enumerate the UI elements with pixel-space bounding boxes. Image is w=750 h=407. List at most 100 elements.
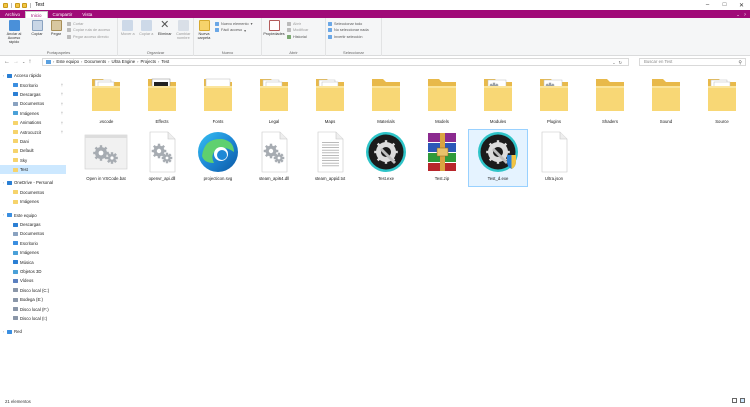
window-title: Test	[35, 2, 45, 8]
file-item[interactable]: Source	[693, 73, 750, 129]
help-icon[interactable]: ?	[744, 12, 746, 17]
sidebar-item[interactable]: Descargas †	[0, 90, 66, 99]
tab-compartir[interactable]: Compartir	[48, 11, 78, 18]
file-name: Materials	[377, 119, 395, 124]
file-item[interactable]: Sound	[637, 73, 695, 129]
copy-path-button[interactable]: Copiar ruta de acceso	[67, 28, 110, 33]
sidebar-item[interactable]: Descargas	[0, 220, 66, 229]
sidebar-item-label: Red	[14, 329, 22, 335]
minimize-button[interactable]: –	[699, 0, 716, 10]
forward-arrow-icon[interactable]: →	[13, 59, 19, 65]
sidebar-item[interactable]: Documentos	[0, 229, 66, 238]
cut-button[interactable]: Cortar	[67, 21, 110, 26]
download-icon	[13, 222, 18, 227]
delete-button[interactable]: ✕ Eliminar	[157, 20, 173, 48]
sidebar-item-label: Animations	[20, 120, 42, 126]
sidebar-item[interactable]: Disco local (I:)	[0, 314, 66, 323]
search-input[interactable]: Buscar en Test ⚲	[639, 57, 746, 66]
pin-quick-access-button[interactable]: Anclar al Acceso rápido	[2, 20, 26, 48]
back-arrow-icon[interactable]: ←	[4, 59, 10, 65]
new-folder-button[interactable]: Nueva carpeta	[196, 20, 212, 48]
copy-to-button[interactable]: Copiar a	[139, 20, 155, 48]
file-name: Modules	[489, 119, 507, 124]
sidebar-item[interactable]: › Este equipo	[0, 210, 66, 219]
file-item[interactable]: ▮ Effects	[133, 73, 191, 129]
file-item[interactable]: Ultra.json	[525, 130, 583, 186]
file-item[interactable]: steam_appid.txt	[301, 130, 359, 186]
file-item[interactable]: .vscode	[77, 73, 135, 129]
sidebar-item[interactable]: Test	[0, 164, 66, 175]
move-to-button[interactable]: Mover a	[120, 20, 136, 48]
chevron-down-icon[interactable]: ⌄	[22, 59, 25, 65]
tab-inicio[interactable]: Inicio	[25, 11, 48, 18]
paste-shortcut-button[interactable]: Pegar acceso directo	[67, 34, 110, 39]
easy-access-button[interactable]: Fácil acceso ▾	[215, 28, 253, 33]
file-item[interactable]: Shaders	[581, 73, 639, 129]
select-all-button[interactable]: Seleccionar todo	[328, 21, 369, 26]
tab-vista[interactable]: Vista	[77, 11, 97, 18]
new-folder-icon[interactable]	[22, 2, 27, 8]
sidebar-item[interactable]: Bodega (E:)	[0, 295, 66, 304]
invert-selection-button[interactable]: Invertir selección	[328, 34, 369, 39]
sidebar-item[interactable]: Default	[0, 146, 66, 155]
sidebar-item[interactable]: Vídeos	[0, 276, 66, 285]
file-item[interactable]: Plugins	[525, 73, 583, 129]
sidebar-item[interactable]: Sky	[0, 156, 66, 165]
address-bar[interactable]: › Este equipo › Documents › Ultra Engine…	[42, 57, 629, 66]
breadcrumb-este-equipo[interactable]: Este equipo	[56, 59, 79, 64]
sidebar-item[interactable]: Imágenes	[0, 197, 66, 206]
file-item[interactable]: Open in VSCode.bat	[77, 130, 135, 186]
sidebar-item[interactable]: Disco local (F:)	[0, 304, 66, 313]
sidebar-item[interactable]: Imágenes †	[0, 109, 66, 118]
close-button[interactable]: ✕	[733, 0, 750, 10]
breadcrumb-projects[interactable]: Projects	[140, 59, 156, 64]
sidebar-item[interactable]: Escritorio	[0, 239, 66, 248]
file-item[interactable]: Materials	[357, 73, 415, 129]
sidebar-item[interactable]: Astrocuzcit †	[0, 127, 66, 136]
sidebar-item[interactable]: Dani	[0, 137, 66, 146]
sidebar-item[interactable]: Objetos 3D	[0, 267, 66, 276]
sidebar-item[interactable]: › Acceso rápido	[0, 71, 66, 80]
sidebar-item[interactable]: Disco local (C:)	[0, 286, 66, 295]
properties-icon[interactable]	[15, 2, 20, 8]
sidebar-item[interactable]: Animations †	[0, 118, 66, 127]
open-button[interactable]: Abrir	[287, 21, 308, 26]
file-item[interactable]: Maps	[301, 73, 359, 129]
new-item-button[interactable]: Nuevo elemento ▾	[215, 21, 253, 26]
sidebar-item[interactable]: Documentos	[0, 188, 66, 197]
details-view-icon[interactable]	[732, 398, 737, 403]
breadcrumb-ultra-engine[interactable]: Ultra Engine	[111, 59, 135, 64]
select-none-button[interactable]: No seleccionar nada	[328, 28, 369, 33]
sidebar-item[interactable]: Documentos †	[0, 99, 66, 108]
file-item[interactable]: Modules	[469, 73, 527, 129]
file-item[interactable]: Test.exe	[357, 130, 415, 186]
sidebar-item[interactable]: › OneDrive - Personal	[0, 178, 66, 187]
file-item[interactable]: openvr_api.dll	[133, 130, 191, 186]
sidebar-item[interactable]: Música	[0, 257, 66, 266]
tab-archivo[interactable]: Archivo	[0, 11, 25, 18]
file-item[interactable]: projecticon.svg	[189, 130, 247, 186]
file-item[interactable]: Test_d.exe	[468, 129, 528, 187]
paste-button[interactable]: Pegar	[48, 20, 64, 48]
copy-button[interactable]: Copiar	[29, 20, 45, 48]
file-item[interactable]: Test.zip	[413, 130, 471, 186]
refresh-icon[interactable]: ↻	[619, 60, 622, 65]
up-arrow-icon[interactable]: ↑	[28, 59, 31, 65]
sidebar-item[interactable]: › Red	[0, 327, 66, 336]
file-item[interactable]: Abg Fonts	[189, 73, 247, 129]
chevron-down-icon[interactable]: ⌄	[736, 12, 739, 17]
rename-button[interactable]: Cambiar nombre	[176, 20, 192, 48]
file-item[interactable]: Legal	[245, 73, 303, 129]
sidebar-item[interactable]: Escritorio †	[0, 80, 66, 89]
edit-button[interactable]: Modificar	[287, 28, 308, 33]
sidebar-item[interactable]: Imágenes	[0, 248, 66, 257]
chevron-down-icon[interactable]: ⌄	[612, 60, 615, 65]
file-item[interactable]: Models	[413, 73, 471, 129]
large-icons-view-icon[interactable]	[740, 398, 745, 403]
breadcrumb-test[interactable]: Test	[161, 59, 169, 64]
history-button[interactable]: Historial	[287, 34, 308, 39]
file-item[interactable]: steam_api64.dll	[245, 130, 303, 186]
properties-button[interactable]: Propiedades	[263, 20, 285, 48]
maximize-button[interactable]: □	[716, 0, 733, 10]
breadcrumb-documents[interactable]: Documents	[84, 59, 106, 64]
